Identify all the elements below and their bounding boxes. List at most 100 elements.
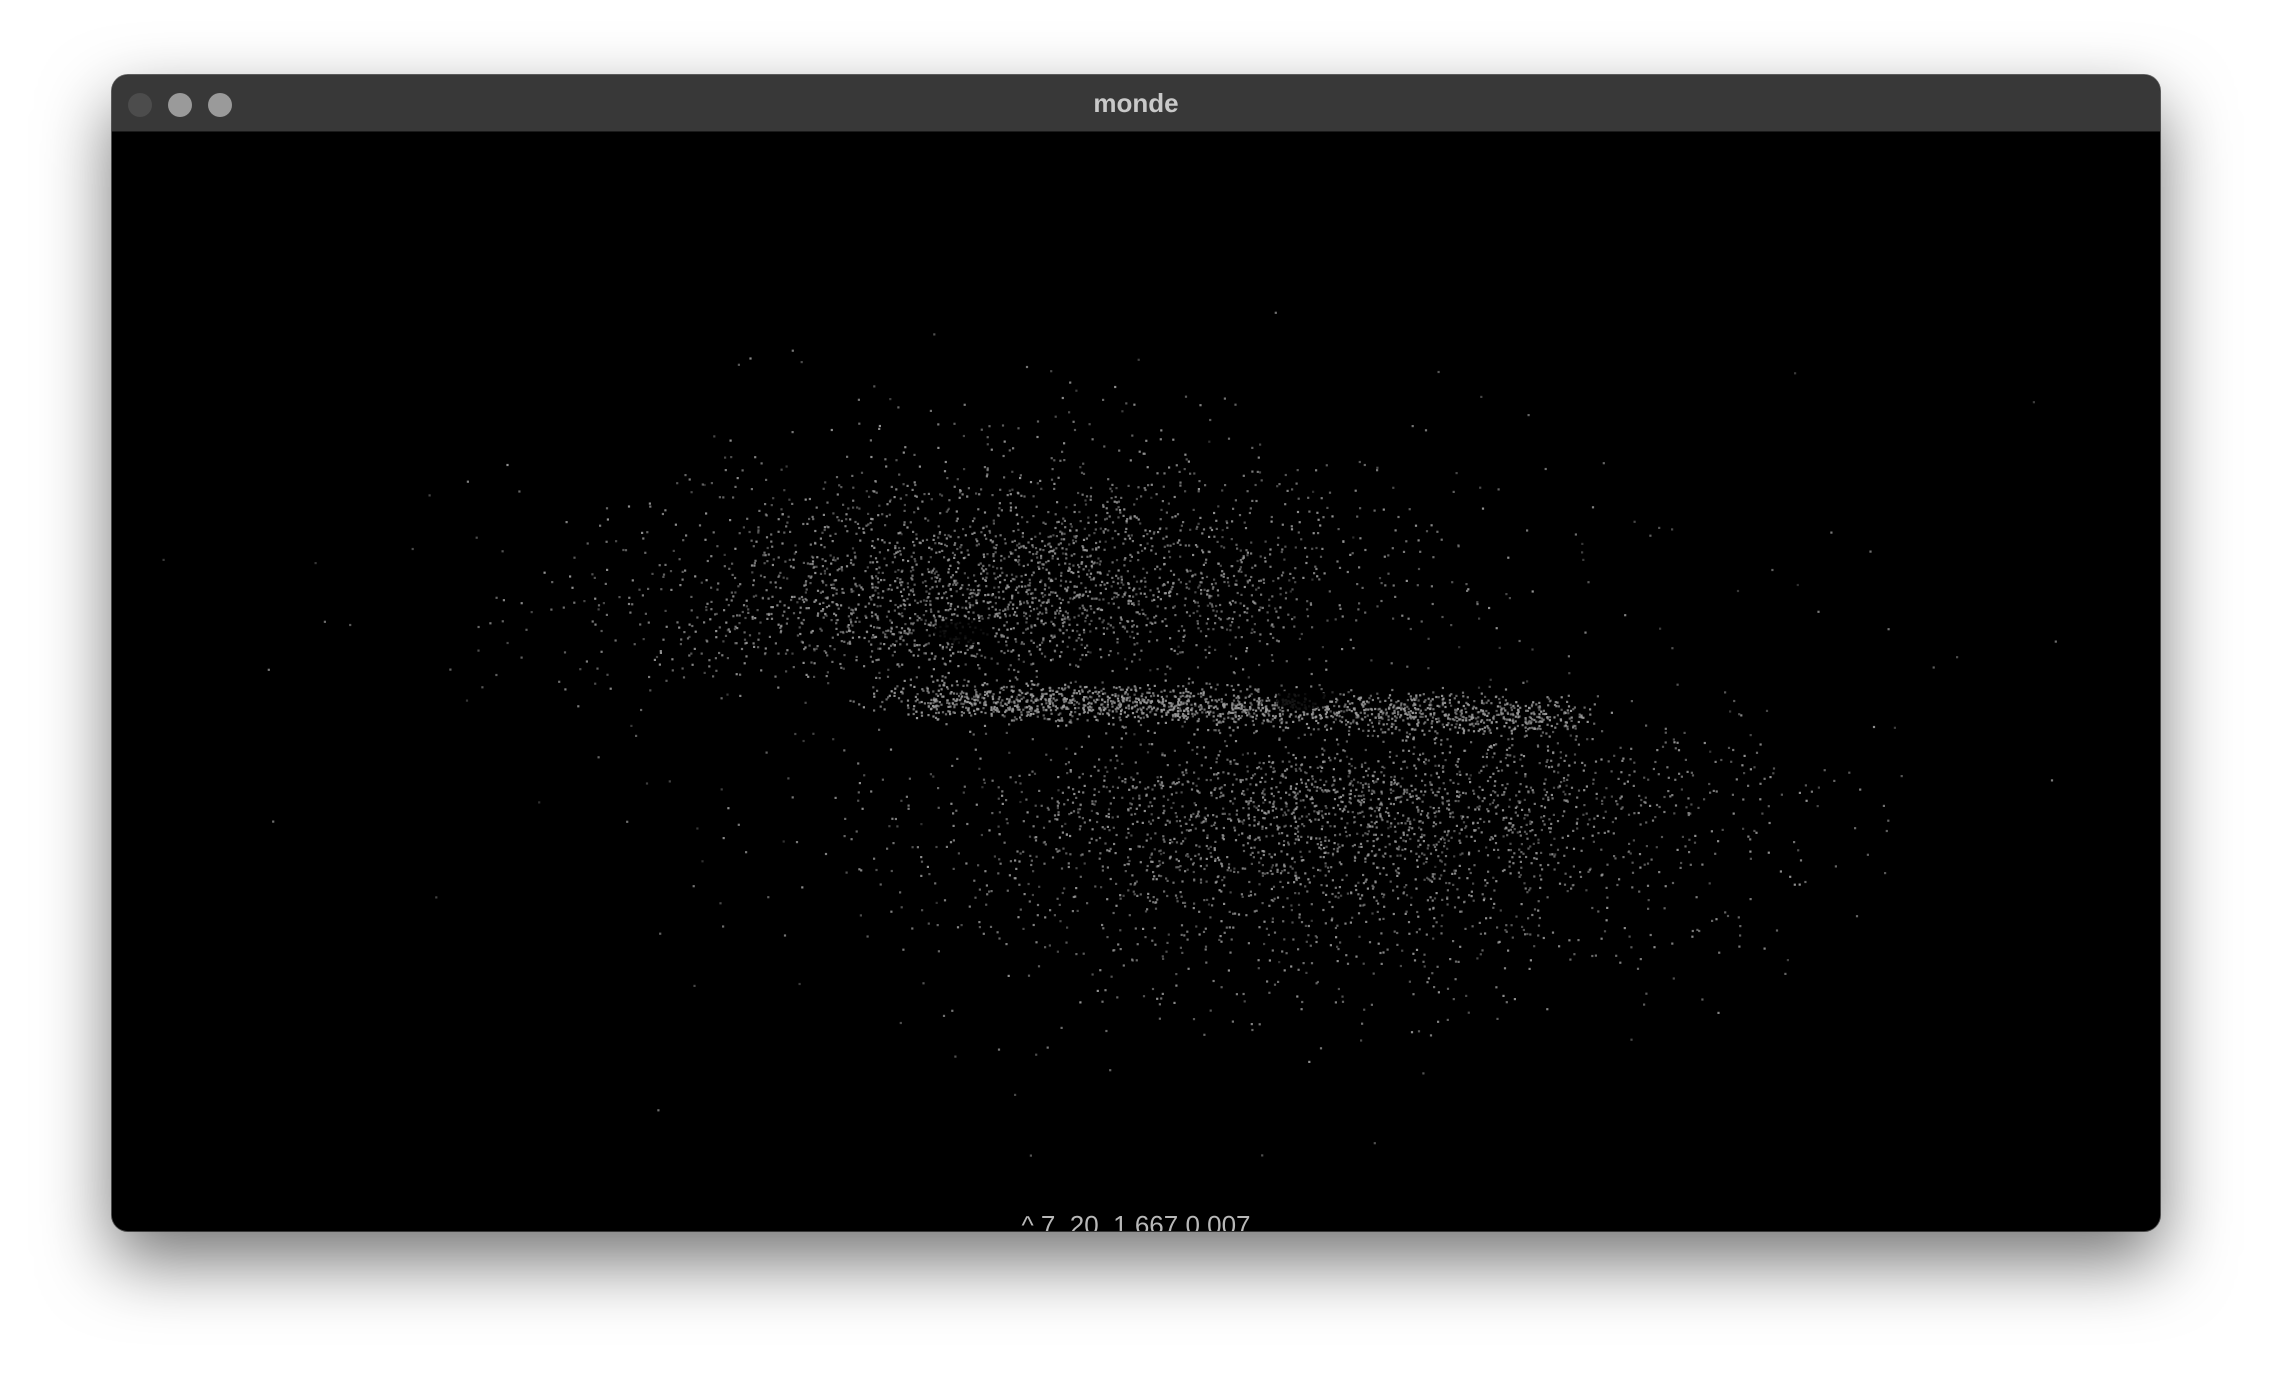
particle — [323, 620, 326, 623]
particle — [1060, 579, 1063, 582]
title-bar[interactable]: monde — [112, 75, 2160, 132]
particle — [1504, 757, 1507, 760]
particle — [1375, 838, 1378, 841]
particle — [903, 631, 906, 634]
particle — [1417, 810, 1420, 813]
particle — [1742, 798, 1745, 801]
particle — [1157, 595, 1160, 599]
particle — [1512, 862, 1515, 865]
particle — [1056, 800, 1059, 803]
particle — [1030, 537, 1033, 541]
particle — [1247, 807, 1250, 810]
particle — [1268, 904, 1271, 907]
particle — [1225, 926, 1228, 929]
particle — [737, 585, 740, 588]
simulation-canvas[interactable]: ^ 7. 20. 1.667 0.007 — [112, 132, 2160, 1231]
particle — [1005, 644, 1008, 647]
particle — [1054, 616, 1057, 619]
particle — [1088, 623, 1091, 626]
particle — [1056, 594, 1059, 597]
particle — [1071, 629, 1074, 632]
particle — [1036, 420, 1040, 423]
particle — [913, 544, 916, 547]
particle — [1708, 882, 1711, 885]
particle — [1714, 760, 1717, 763]
particle — [1354, 489, 1357, 492]
particle — [1101, 580, 1104, 583]
particle — [827, 526, 830, 529]
particle — [921, 539, 924, 542]
particle — [997, 786, 1000, 789]
particle — [1437, 991, 1440, 994]
particle — [903, 509, 906, 512]
particle — [1016, 522, 1020, 525]
particle — [1262, 578, 1265, 581]
particle — [830, 428, 833, 432]
particle — [1075, 529, 1078, 532]
particle — [1099, 527, 1102, 530]
particle — [1202, 551, 1205, 554]
particle — [1075, 796, 1078, 799]
particle — [1282, 626, 1285, 629]
particle — [1431, 791, 1435, 794]
particle — [1220, 626, 1223, 629]
particle — [921, 500, 924, 503]
particle — [904, 446, 907, 449]
particle — [934, 576, 937, 579]
particle — [1102, 503, 1105, 507]
particle — [1258, 761, 1261, 764]
particle — [1549, 853, 1552, 856]
particle — [1680, 861, 1683, 865]
particle — [604, 582, 607, 585]
particle — [501, 550, 504, 553]
particle — [978, 493, 981, 496]
particle — [1059, 530, 1062, 533]
particle — [960, 586, 963, 589]
particle — [1481, 949, 1484, 952]
particle — [1073, 591, 1076, 594]
particle — [1176, 541, 1179, 544]
particle — [1108, 829, 1111, 832]
particle — [1044, 594, 1047, 597]
particle — [1219, 795, 1222, 799]
particle — [982, 564, 985, 567]
particle — [875, 676, 878, 679]
particle — [1237, 570, 1240, 573]
particle — [1433, 755, 1436, 758]
particle — [1241, 779, 1244, 782]
particle — [605, 613, 608, 616]
particle — [1150, 549, 1153, 552]
particle — [676, 621, 679, 624]
particle — [894, 545, 897, 548]
particle — [815, 506, 818, 509]
particle — [1351, 811, 1354, 814]
particle — [1501, 784, 1504, 787]
particle — [1239, 568, 1242, 571]
particle — [1768, 821, 1771, 825]
particle — [988, 890, 991, 893]
particle — [1429, 781, 1432, 784]
particle — [1531, 590, 1534, 593]
particle — [765, 514, 768, 517]
particle — [1359, 794, 1363, 798]
particle — [1180, 924, 1184, 927]
particle — [947, 571, 950, 574]
particle — [1038, 648, 1041, 651]
particle — [1300, 921, 1304, 924]
particle — [1493, 848, 1496, 851]
particle — [606, 673, 609, 676]
particle — [916, 506, 919, 509]
particle — [1058, 655, 1062, 658]
particle — [1259, 606, 1262, 609]
particle — [748, 530, 751, 534]
particle — [759, 574, 763, 577]
particle — [870, 517, 873, 520]
particle — [1388, 797, 1391, 800]
particle — [1263, 812, 1266, 815]
particle — [983, 511, 987, 514]
particle — [1424, 429, 1428, 432]
particle — [738, 622, 741, 625]
particle — [1432, 825, 1435, 828]
particle — [1492, 906, 1495, 909]
particle — [899, 891, 902, 894]
